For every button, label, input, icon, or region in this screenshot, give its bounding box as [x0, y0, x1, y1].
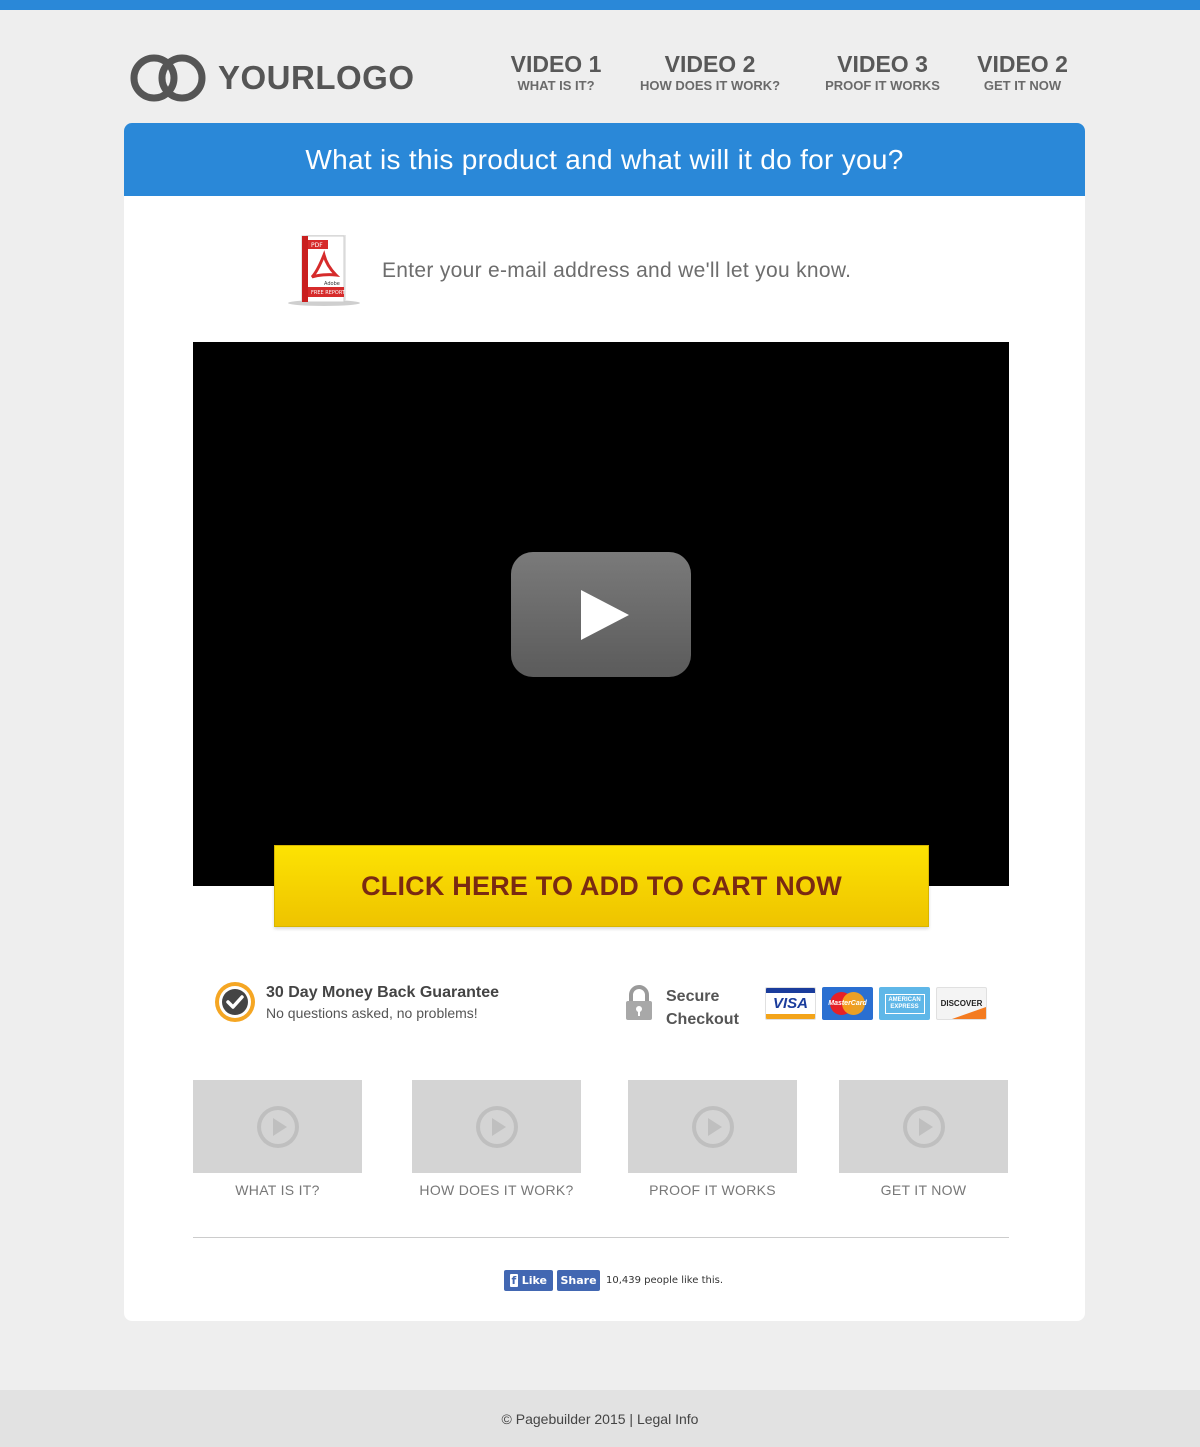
thumbnail-proof-it-works[interactable]: PROOF IT WORKS: [628, 1080, 797, 1198]
nav-title: VIDEO 3: [837, 51, 928, 77]
footer-separator: |: [629, 1410, 634, 1427]
nav-title: VIDEO 2: [664, 51, 756, 77]
pdf-badge: PDF: [311, 242, 323, 249]
secure-line-2: Checkout: [666, 1011, 739, 1028]
play-icon: [691, 1105, 734, 1148]
divider: [193, 1237, 1009, 1238]
thumbnail-get-it-now[interactable]: GET IT NOW: [839, 1080, 1008, 1198]
thumbnail-label: HOW DOES IT WORK?: [419, 1182, 574, 1198]
play-button[interactable]: [511, 552, 691, 677]
lock-icon: [626, 985, 652, 1020]
nav-video-4[interactable]: VIDEO 2 GET IT NOW: [975, 52, 1070, 95]
amex-card-icon: AMERICAN EXPRESS: [879, 987, 930, 1020]
logo[interactable]: YOURLOGO: [130, 53, 415, 103]
guarantee: 30 Day Money Back Guarantee No questions…: [214, 981, 499, 1023]
optin-row: PDF Adobe FREE REPORT Enter your e-mail …: [284, 233, 851, 309]
guarantee-badge-icon: [215, 982, 255, 1022]
play-icon: [256, 1105, 299, 1148]
nav-video-2[interactable]: VIDEO 2 HOW DOES IT WORK?: [633, 52, 787, 95]
main-card: What is this product and what will it do…: [124, 123, 1085, 1321]
nav-title: VIDEO 1: [510, 51, 602, 77]
guarantee-title: 30 Day Money Back Guarantee: [266, 984, 499, 1001]
thumbnail-what-is-it[interactable]: WHAT IS IT?: [193, 1080, 362, 1198]
report-label: FREE REPORT: [311, 290, 346, 296]
add-to-cart-button[interactable]: CLICK HERE TO ADD TO CART NOW: [274, 845, 929, 927]
nav-subtitle: GET IT NOW: [983, 78, 1062, 93]
mastercard-icon: MasterCard: [822, 987, 873, 1020]
thumbnail-label: PROOF IT WORKS: [649, 1182, 776, 1198]
facebook-social: f Like Share 10,439 people like this.: [504, 1270, 723, 1291]
play-icon: [475, 1105, 518, 1148]
thumbnail-how-does-it-work[interactable]: HOW DOES IT WORK?: [412, 1080, 581, 1198]
logo-text: YOURLOGO: [218, 59, 415, 96]
share-label: Share: [560, 1274, 597, 1287]
play-icon: [581, 589, 629, 640]
facebook-icon: f: [510, 1274, 518, 1287]
footer: © Pagebuilder 2015 | Legal Info: [0, 1390, 1200, 1447]
pdf-brand: Adobe: [324, 281, 340, 287]
thumbnail-label: WHAT IS IT?: [235, 1182, 320, 1198]
logo-rings-icon: [130, 54, 206, 102]
nav-subtitle: HOW DOES IT WORK?: [639, 78, 781, 93]
play-icon: [902, 1105, 945, 1148]
nav-video-1[interactable]: VIDEO 1 WHAT IS IT?: [510, 52, 602, 95]
discover-card-icon: DISCOVER: [936, 987, 987, 1020]
facebook-share-button[interactable]: Share: [557, 1270, 600, 1291]
visa-card-icon: VISA: [765, 987, 816, 1020]
secure-checkout: Secure Checkout: [624, 985, 756, 1031]
legal-info-link[interactable]: Legal Info: [637, 1411, 699, 1427]
nav-subtitle: PROOF IT WORKS: [825, 78, 940, 93]
pdf-report-icon: PDF Adobe FREE REPORT: [288, 235, 360, 306]
thumbnail-label: GET IT NOW: [880, 1182, 967, 1198]
headline-bar: What is this product and what will it do…: [124, 123, 1085, 196]
like-count: 10,439 people like this.: [606, 1275, 723, 1286]
video-player[interactable]: [193, 342, 1009, 886]
payment-cards: VISA MasterCard AMERICAN EXPRESS DISCOVE…: [765, 987, 987, 1020]
cta-label: CLICK HERE TO ADD TO CART NOW: [361, 870, 842, 901]
secure-line-1: Secure: [666, 988, 720, 1005]
guarantee-subtitle: No questions asked, no problems!: [266, 1005, 478, 1021]
copyright: © Pagebuilder 2015: [501, 1410, 626, 1427]
facebook-like-button[interactable]: f Like: [504, 1270, 553, 1291]
nav-title: VIDEO 2: [977, 51, 1068, 77]
like-label: Like: [521, 1274, 547, 1287]
top-accent-bar: [0, 0, 1200, 10]
page-title: What is this product and what will it do…: [305, 143, 904, 175]
optin-text: Enter your e-mail address and we'll let …: [382, 259, 852, 282]
nav-video-3[interactable]: VIDEO 3 PROOF IT WORKS: [820, 52, 945, 95]
nav-subtitle: WHAT IS IT?: [517, 78, 595, 93]
